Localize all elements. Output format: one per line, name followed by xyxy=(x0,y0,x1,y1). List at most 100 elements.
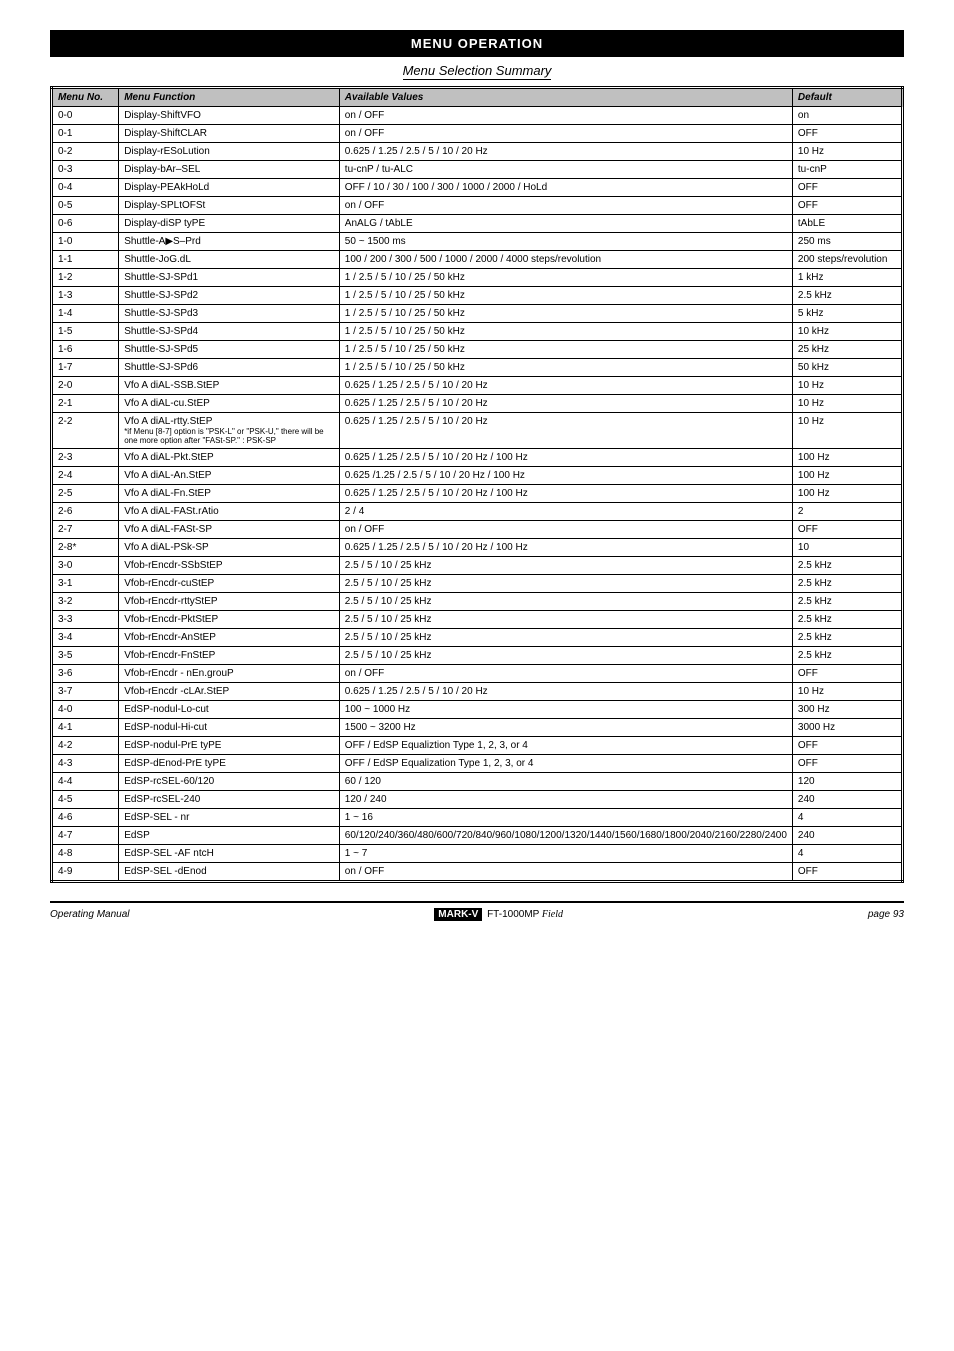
cell-def: 100 Hz xyxy=(792,485,902,503)
table-row: 1-5Shuttle-SJ-SPd41 / 2.5 / 5 / 10 / 25 … xyxy=(52,323,903,341)
cell-def: 10 kHz xyxy=(792,323,902,341)
table-row: 0-5Display-SPLtOFSton / OFFOFF xyxy=(52,197,903,215)
table-row: 3-7Vfob-rEncdr -cLAr.StEP0.625 / 1.25 / … xyxy=(52,683,903,701)
cell-no: 2-0 xyxy=(52,377,119,395)
cell-def: 1 kHz xyxy=(792,269,902,287)
cell-avail: 0.625 / 1.25 / 2.5 / 5 / 10 / 20 Hz / 10… xyxy=(339,485,792,503)
cell-def: 10 Hz xyxy=(792,395,902,413)
table-row: 4-6EdSP-SEL - nr1 ~ 164 xyxy=(52,809,903,827)
cell-def: 2.5 kHz xyxy=(792,629,902,647)
cell-avail: 1 / 2.5 / 5 / 10 / 25 / 50 kHz xyxy=(339,341,792,359)
table-row: 2-6Vfo A diAL-FASt.rAtio2 / 42 xyxy=(52,503,903,521)
cell-fn: EdSP-nodul-Lo-cut xyxy=(119,701,340,719)
cell-avail: 0.625 / 1.25 / 2.5 / 5 / 10 / 20 Hz / 10… xyxy=(339,539,792,557)
cell-no: 3-2 xyxy=(52,593,119,611)
brand-model: FT-1000MP xyxy=(487,909,539,920)
cell-def: 5 kHz xyxy=(792,305,902,323)
cell-fn: Vfob-rEncdr-SSbStEP xyxy=(119,557,340,575)
cell-fn: Shuttle-A▶S–Prd xyxy=(119,233,340,251)
col-def: Default xyxy=(792,88,902,107)
cell-fn: EdSP-nodul-Hi-cut xyxy=(119,719,340,737)
cell-fn: Display-bAr–SEL xyxy=(119,161,340,179)
cell-fn: Vfo A diAL-An.StEP xyxy=(119,467,340,485)
cell-no: 2-3 xyxy=(52,449,119,467)
cell-no: 1-3 xyxy=(52,287,119,305)
cell-fn: Vfo A diAL-SSB.StEP xyxy=(119,377,340,395)
cell-fn: EdSP-nodul-PrE tyPE xyxy=(119,737,340,755)
cell-def: 25 kHz xyxy=(792,341,902,359)
cell-avail: on / OFF xyxy=(339,863,792,882)
menu-table: Menu No. Menu Function Available Values … xyxy=(50,86,904,883)
cell-avail: 1 ~ 16 xyxy=(339,809,792,827)
cell-no: 0-1 xyxy=(52,125,119,143)
subtitle: Menu Selection Summary xyxy=(403,63,552,80)
cell-fn: Vfob-rEncdr-cuStEP xyxy=(119,575,340,593)
cell-def: 2.5 kHz xyxy=(792,287,902,305)
table-row: 4-7EdSP60/120/240/360/480/600/720/840/96… xyxy=(52,827,903,845)
cell-avail: 1 / 2.5 / 5 / 10 / 25 / 50 kHz xyxy=(339,323,792,341)
col-no: Menu No. xyxy=(52,88,119,107)
cell-fn: Shuttle-JoG.dL xyxy=(119,251,340,269)
cell-no: 3-4 xyxy=(52,629,119,647)
cell-fn: EdSP-SEL -dEnod xyxy=(119,863,340,882)
cell-no: 4-7 xyxy=(52,827,119,845)
cell-fn: Shuttle-SJ-SPd1 xyxy=(119,269,340,287)
cell-no: 4-3 xyxy=(52,755,119,773)
col-fn: Menu Function xyxy=(119,88,340,107)
cell-fn: Vfob-rEncdr-FnStEP xyxy=(119,647,340,665)
cell-fn: Display-rESoLution xyxy=(119,143,340,161)
cell-no: 0-3 xyxy=(52,161,119,179)
cell-avail: 0.625 / 1.25 / 2.5 / 5 / 10 / 20 Hz xyxy=(339,395,792,413)
subtitle-wrap: Menu Selection Summary xyxy=(50,63,904,86)
cell-avail: OFF / EdSP Equaliztion Type 1, 2, 3, or … xyxy=(339,737,792,755)
cell-avail: 120 / 240 xyxy=(339,791,792,809)
cell-no: 0-4 xyxy=(52,179,119,197)
cell-no: 3-7 xyxy=(52,683,119,701)
cell-no: 2-8* xyxy=(52,539,119,557)
cell-fn: Display-diSP tyPE xyxy=(119,215,340,233)
cell-no: 1-7 xyxy=(52,359,119,377)
cell-fn: Vfo A diAL-Pkt.StEP xyxy=(119,449,340,467)
table-row: 0-0Display-ShiftVFOon / OFFon xyxy=(52,107,903,125)
cell-def: 300 Hz xyxy=(792,701,902,719)
cell-fn: EdSP xyxy=(119,827,340,845)
cell-no: 2-2 xyxy=(52,413,119,449)
cell-avail: 1500 ~ 3200 Hz xyxy=(339,719,792,737)
cell-no: 1-0 xyxy=(52,233,119,251)
cell-no: 0-6 xyxy=(52,215,119,233)
footer-page: page 93 xyxy=(868,909,904,920)
footer-brand: MARK-V FT-1000MP Field xyxy=(434,909,563,920)
cell-avail: 0.625 /1.25 / 2.5 / 5 / 10 / 20 Hz / 100… xyxy=(339,467,792,485)
table-header-row: Menu No. Menu Function Available Values … xyxy=(52,88,903,107)
cell-no: 0-5 xyxy=(52,197,119,215)
cell-def: 10 xyxy=(792,539,902,557)
col-avail: Available Values xyxy=(339,88,792,107)
cell-def: 200 steps/revolution xyxy=(792,251,902,269)
cell-fn: Display-ShiftCLAR xyxy=(119,125,340,143)
cell-def: OFF xyxy=(792,197,902,215)
cell-fn: Vfo A diAL-Fn.StEP xyxy=(119,485,340,503)
section-header: MENU OPERATION xyxy=(50,30,904,57)
cell-avail: 0.625 / 1.25 / 2.5 / 5 / 10 / 20 Hz xyxy=(339,143,792,161)
cell-no: 3-5 xyxy=(52,647,119,665)
cell-avail: on / OFF xyxy=(339,107,792,125)
table-row: 4-0EdSP-nodul-Lo-cut100 ~ 1000 Hz300 Hz xyxy=(52,701,903,719)
cell-no: 3-0 xyxy=(52,557,119,575)
cell-avail: on / OFF xyxy=(339,197,792,215)
cell-def: OFF xyxy=(792,755,902,773)
cell-fn: Vfob-rEncdr-rttyStEP xyxy=(119,593,340,611)
cell-def: 100 Hz xyxy=(792,467,902,485)
cell-no: 0-0 xyxy=(52,107,119,125)
cell-avail: 0.625 / 1.25 / 2.5 / 5 / 10 / 20 Hz xyxy=(339,377,792,395)
cell-no: 1-4 xyxy=(52,305,119,323)
cell-no: 2-6 xyxy=(52,503,119,521)
cell-note: *if Menu [8-7] option is "PSK-L" or "PSK… xyxy=(124,427,334,445)
table-row: 2-7Vfo A diAL-FASt-SPon / OFFOFF xyxy=(52,521,903,539)
table-row: 3-5Vfob-rEncdr-FnStEP2.5 / 5 / 10 / 25 k… xyxy=(52,647,903,665)
table-row: 1-1Shuttle-JoG.dL100 / 200 / 300 / 500 /… xyxy=(52,251,903,269)
cell-avail: 0.625 / 1.25 / 2.5 / 5 / 10 / 20 Hz xyxy=(339,413,792,449)
cell-avail: 1 / 2.5 / 5 / 10 / 25 / 50 kHz xyxy=(339,359,792,377)
table-row: 4-4EdSP-rcSEL-60/12060 / 120120 xyxy=(52,773,903,791)
cell-def: 3000 Hz xyxy=(792,719,902,737)
cell-fn: Vfob-rEncdr-PktStEP xyxy=(119,611,340,629)
